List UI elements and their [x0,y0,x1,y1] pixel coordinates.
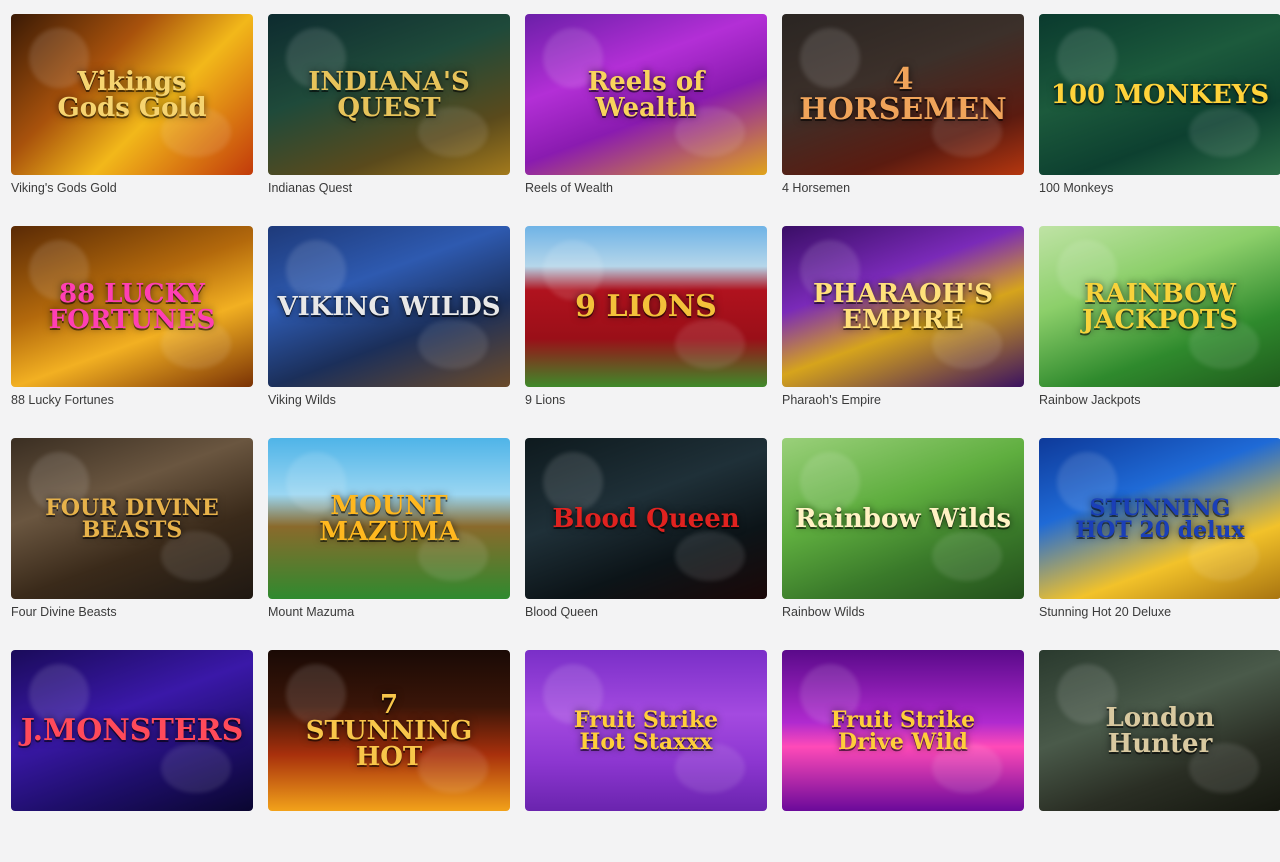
game-card[interactable]: 4 HORSEMEN 4 Horsemen [782,14,1024,226]
game-card[interactable]: PHARAOH'S EMPIRE Pharaoh's Empire [782,226,1024,438]
game-thumbnail[interactable]: 88 LUCKY FORTUNES [11,226,253,387]
game-thumbnail[interactable]: London Hunter [1039,650,1280,811]
game-card[interactable]: VIKING WILDS Viking Wilds [268,226,510,438]
game-thumbnail[interactable]: Vikings Gods Gold [11,14,253,175]
game-title[interactable]: 100 Monkeys [1039,181,1280,195]
game-logo: VIKING WILDS [277,291,501,322]
game-title[interactable]: Viking's Gods Gold [11,181,253,195]
game-thumbnail[interactable]: VIKING WILDS [268,226,510,387]
game-card[interactable]: 100 MONKEYS 100 Monkeys [1039,14,1280,226]
game-title[interactable]: Pharaoh's Empire [782,393,1024,407]
game-thumbnail[interactable]: Fruit Strike Drive Wild [782,650,1024,811]
game-card[interactable]: Fruit Strike Hot Staxxx [525,650,767,862]
game-card[interactable]: J.MONSTERS [11,650,253,862]
game-logo: 4 HORSEMEN [799,61,1007,127]
game-logo: 100 MONKEYS [1050,79,1270,110]
game-thumbnail[interactable]: Fruit Strike Hot Staxxx [525,650,767,811]
game-thumbnail[interactable]: MOUNT MAZUMA [268,438,510,599]
game-logo: MOUNT MAZUMA [319,490,459,547]
game-card[interactable]: 88 LUCKY FORTUNES 88 Lucky Fortunes [11,226,253,438]
game-logo: PHARAOH'S EMPIRE [812,278,994,335]
game-thumbnail[interactable]: FOUR DIVINE BEASTS [11,438,253,599]
game-thumbnail[interactable]: RAINBOW JACKPOTS [1039,226,1280,387]
game-thumbnail[interactable]: Rainbow Wilds [782,438,1024,599]
game-thumbnail[interactable]: PHARAOH'S EMPIRE [782,226,1024,387]
game-card[interactable]: Rainbow Wilds Rainbow Wilds [782,438,1024,650]
game-card[interactable]: Vikings Gods Gold Viking's Gods Gold [11,14,253,226]
game-thumbnail[interactable]: J.MONSTERS [11,650,253,811]
game-logo: Reels of Wealth [587,66,705,123]
game-card[interactable]: Fruit Strike Drive Wild [782,650,1024,862]
game-card[interactable]: FOUR DIVINE BEASTS Four Divine Beasts [11,438,253,650]
game-thumbnail[interactable]: INDIANA'S QUEST [268,14,510,175]
game-logo: INDIANA'S QUEST [308,66,470,123]
game-thumbnail[interactable]: 9 LIONS [525,226,767,387]
game-title[interactable]: Four Divine Beasts [11,605,253,619]
game-logo: 88 LUCKY FORTUNES [48,278,216,335]
game-logo: Fruit Strike Drive Wild [830,706,976,755]
game-logo: RAINBOW JACKPOTS [1081,278,1239,335]
game-logo: Blood Queen [552,503,740,534]
game-card[interactable]: 7 STUNNING HOT [268,650,510,862]
game-card[interactable]: London Hunter [1039,650,1280,862]
game-thumbnail[interactable]: Reels of Wealth [525,14,767,175]
game-logo: London Hunter [1105,702,1215,759]
game-title[interactable]: Reels of Wealth [525,181,767,195]
game-card[interactable]: INDIANA'S QUEST Indianas Quest [268,14,510,226]
game-logo: 9 LIONS [575,288,717,324]
game-logo: J.MONSTERS [20,712,244,748]
game-title[interactable]: 88 Lucky Fortunes [11,393,253,407]
game-card[interactable]: MOUNT MAZUMA Mount Mazuma [268,438,510,650]
game-thumbnail[interactable]: Blood Queen [525,438,767,599]
game-card[interactable]: Blood Queen Blood Queen [525,438,767,650]
game-logo: FOUR DIVINE BEASTS [45,494,219,543]
game-grid: Vikings Gods Gold Viking's Gods Gold INDIA… [11,14,1280,862]
game-card[interactable]: Reels of Wealth Reels of Wealth [525,14,767,226]
game-title[interactable]: Rainbow Jackpots [1039,393,1280,407]
game-thumbnail[interactable]: 7 STUNNING HOT [268,650,510,811]
game-thumbnail[interactable]: 100 MONKEYS [1039,14,1280,175]
game-logo: Fruit Strike Hot Staxxx [573,706,719,755]
game-title[interactable]: 9 Lions [525,393,767,407]
game-title[interactable]: 4 Horsemen [782,181,1024,195]
game-title[interactable]: Mount Mazuma [268,605,510,619]
game-card[interactable]: 9 LIONS 9 Lions [525,226,767,438]
game-logo: Vikings Gods Gold [57,66,207,123]
game-logo: Rainbow Wilds [794,503,1012,534]
game-title[interactable]: Stunning Hot 20 Deluxe [1039,605,1280,619]
game-title[interactable]: Indianas Quest [268,181,510,195]
game-title[interactable]: Rainbow Wilds [782,605,1024,619]
game-card[interactable]: RAINBOW JACKPOTS Rainbow Jackpots [1039,226,1280,438]
game-logo: STUNNING HOT 20 delux [1075,494,1245,543]
game-thumbnail[interactable]: STUNNING HOT 20 delux [1039,438,1280,599]
game-title[interactable]: Viking Wilds [268,393,510,407]
game-card[interactable]: STUNNING HOT 20 delux Stunning Hot 20 Del… [1039,438,1280,650]
game-title[interactable]: Blood Queen [525,605,767,619]
game-logo: 7 STUNNING HOT [305,689,473,772]
game-thumbnail[interactable]: 4 HORSEMEN [782,14,1024,175]
